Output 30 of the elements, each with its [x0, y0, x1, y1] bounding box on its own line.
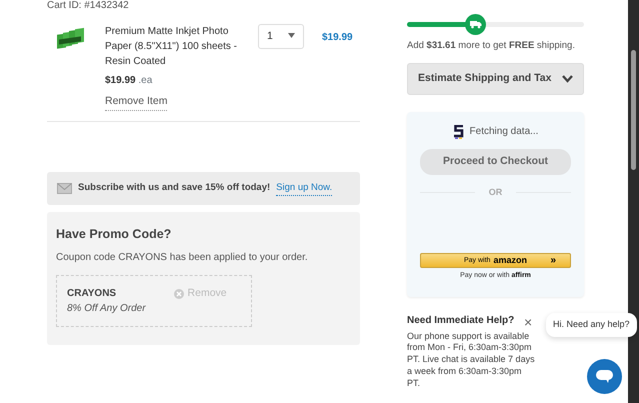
quantity-select[interactable]: 1	[258, 24, 304, 49]
coupon-code: CRAYONS	[67, 286, 118, 301]
loading-logo-icon	[452, 124, 464, 138]
chat-button[interactable]	[587, 359, 622, 394]
subscribe-text: Subscribe with us and save 15% off today!	[78, 181, 270, 196]
cart-id: Cart ID: #1432342	[47, 0, 130, 12]
envelope-icon	[57, 182, 72, 194]
sign-up-link[interactable]: Sign up Now.	[276, 180, 332, 196]
remove-item-link[interactable]: Remove Item	[105, 94, 168, 111]
unit-price: $19.99	[105, 75, 136, 86]
product-title: Premium Matte Inkjet Photo Paper (8.5"X11") 100 sheets - Resin Coated	[105, 25, 238, 69]
coupon-description: 8% Off Any Order	[67, 302, 146, 316]
chat-bubble-icon	[596, 370, 613, 384]
or-separator: OR	[488, 186, 502, 199]
promo-message: Coupon code CRAYONS has been applied to your order.	[56, 250, 309, 265]
scrollbar[interactable]	[628, 0, 639, 403]
chat-greeting: Hi. Need any help?	[546, 313, 637, 336]
estimate-shipping-button[interactable]: Estimate Shipping and Tax	[407, 63, 584, 95]
remove-x-circle-icon	[174, 288, 184, 299]
proceed-to-checkout-button[interactable]: Proceed to Checkout	[420, 149, 571, 175]
chevron-icon	[562, 75, 573, 84]
shipping-message: Add $31.61 more to get FREE shipping.	[407, 39, 576, 53]
help-title: Need Immediate Help?	[407, 314, 514, 328]
help-text: Our phone support is available from Mon - Fri, 6:30am-3:30pm PT. Live chat is available 7 days a week from 6:30am-3:30pm PT.	[407, 330, 535, 390]
scrollbar-thumb[interactable]	[631, 50, 636, 170]
unit-label: .ea	[138, 75, 152, 86]
promo-title: Have Promo Code?	[56, 226, 172, 243]
close-chat-button[interactable]: ×	[524, 315, 532, 329]
line-total: $19.99	[322, 31, 353, 45]
fetching-status: Fetching data...	[470, 125, 538, 139]
